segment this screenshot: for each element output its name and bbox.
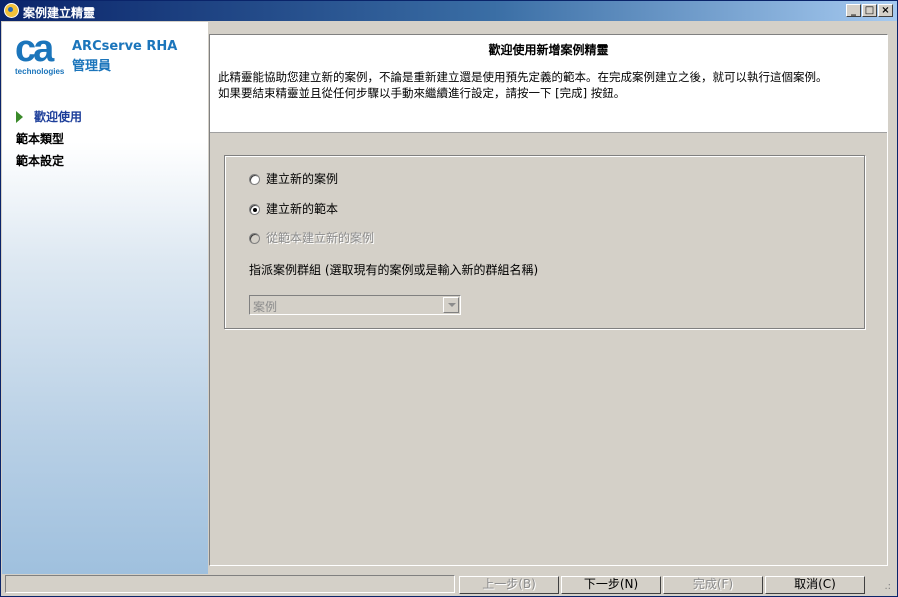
step-welcome: 歡迎使用 [16, 108, 82, 125]
step-label: 範本類型 [16, 132, 65, 146]
step-template-type: 範本類型 [16, 130, 64, 147]
radio-new-template[interactable] [249, 204, 260, 215]
cancel-button[interactable]: 取消(C) [765, 576, 865, 594]
app-icon [4, 3, 19, 18]
wizard-content: 歡迎使用新增案例精靈 此精靈能協助您建立新的案例，不論是重新建立還是使用預先定義… [209, 34, 888, 566]
option-new-template[interactable]: 建立新的範本 [249, 200, 338, 217]
scenario-group-label: 指派案例群組 (選取現有的案例或是輸入新的群組名稱) [249, 263, 539, 277]
description-line-1: 此精靈能協助您建立新的案例，不論是重新建立還是使用預先定義的範本。在完成案例建立… [218, 70, 828, 84]
radio-scenario-from-template [249, 233, 260, 244]
page-header: 歡迎使用新增案例精靈 此精靈能協助您建立新的案例，不論是重新建立還是使用預先定義… [210, 35, 887, 133]
logo-mark: ca [15, 28, 54, 70]
step-template-settings: 範本設定 [16, 152, 64, 169]
step-label: 範本設定 [16, 154, 65, 168]
options-group: 建立新的案例 建立新的範本 從範本建立新的案例 指派案例群組 (選取現有的案例或… [224, 155, 865, 329]
combo-value: 案例 [253, 300, 278, 314]
ca-logo: ca technologies [15, 28, 70, 82]
page-description: 此精靈能協助您建立新的案例，不論是重新建立還是使用預先定義的範本。在完成案例建立… [218, 69, 878, 101]
chevron-down-icon [443, 297, 459, 313]
back-button: 上一步(B) [459, 576, 559, 594]
wizard-window: 案例建立精靈 _ □ × ca technologies ARCserve RH… [0, 0, 898, 597]
option-label: 建立新的案例 [266, 172, 339, 186]
description-line-2: 如果要結束精靈並且從任何步驟以手動來繼續進行設定，請按一下 [完成] 按鈕。 [218, 86, 626, 100]
step-label: 歡迎使用 [34, 110, 83, 124]
current-step-arrow-icon [16, 111, 23, 123]
maximize-button[interactable]: □ [862, 4, 877, 17]
radio-new-scenario[interactable] [249, 174, 260, 185]
finish-button: 完成(F) [663, 576, 763, 594]
resize-grip-icon[interactable]: .: [884, 581, 891, 592]
option-label: 從範本建立新的案例 [266, 231, 375, 245]
product-subtitle: 管理員 [72, 59, 112, 74]
page-title: 歡迎使用新增案例精靈 [488, 43, 609, 57]
logo-subtext: technologies [15, 67, 65, 76]
product-name: ARCserve RHA [72, 39, 178, 54]
next-button[interactable]: 下一步(N) [561, 576, 661, 594]
minimize-button[interactable]: _ [846, 4, 861, 17]
option-label: 建立新的範本 [266, 202, 339, 216]
wizard-sidebar: ca technologies ARCserve RHA 管理員 歡迎使用 範本… [2, 22, 208, 574]
close-button[interactable]: × [878, 4, 893, 17]
option-scenario-from-template: 從範本建立新的案例 [249, 229, 374, 246]
scenario-group-combo: 案例 [249, 295, 461, 315]
status-bar-field [5, 575, 455, 593]
window-title: 案例建立精靈 [23, 6, 96, 20]
option-new-scenario[interactable]: 建立新的案例 [249, 170, 338, 187]
title-bar[interactable]: 案例建立精靈 _ □ × [1, 1, 897, 21]
